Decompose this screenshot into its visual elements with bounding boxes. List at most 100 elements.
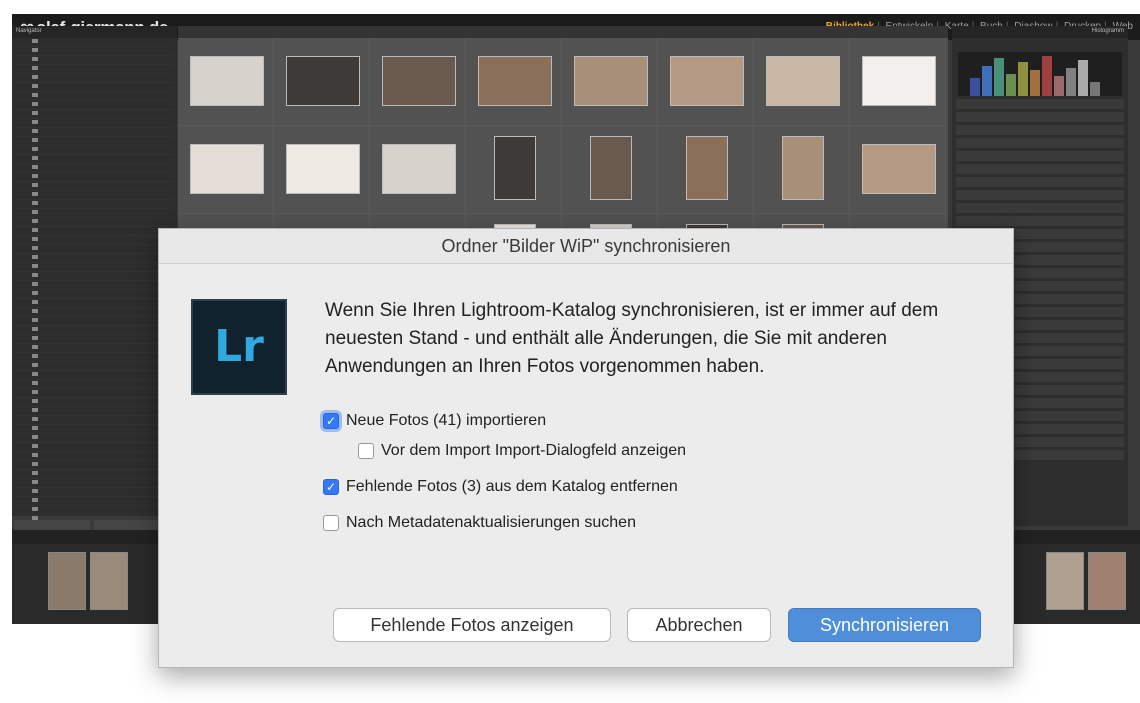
photo-thumbnail[interactable]: [494, 136, 536, 200]
grid-cell[interactable]: [658, 126, 754, 214]
filmstrip-thumb[interactable]: [48, 552, 86, 610]
folder-row[interactable]: [16, 299, 173, 308]
folder-row[interactable]: [16, 182, 173, 191]
folder-row[interactable]: [16, 398, 173, 407]
folder-row[interactable]: [16, 425, 173, 434]
show-import-dialog-checkbox[interactable]: [358, 443, 374, 459]
panel-row[interactable]: [956, 151, 1124, 161]
folder-row[interactable]: [16, 236, 173, 245]
grid-cell[interactable]: [370, 38, 466, 126]
photo-thumbnail[interactable]: [862, 56, 936, 106]
folder-row[interactable]: [16, 209, 173, 218]
folder-row[interactable]: [16, 344, 173, 353]
folder-row[interactable]: [16, 272, 173, 281]
folder-row[interactable]: [16, 416, 173, 425]
remove-missing-photos-option[interactable]: ✓ Fehlende Fotos (3) aus dem Katalog ent…: [323, 478, 678, 496]
scan-metadata-checkbox[interactable]: [323, 515, 339, 531]
folder-row[interactable]: [16, 191, 173, 200]
folder-row[interactable]: [16, 308, 173, 317]
grid-cell[interactable]: [850, 38, 946, 126]
photo-thumbnail[interactable]: [478, 56, 552, 106]
grid-cell[interactable]: [466, 38, 562, 126]
panel-row[interactable]: [956, 125, 1124, 135]
photo-thumbnail[interactable]: [190, 144, 264, 194]
folder-row[interactable]: [16, 74, 173, 83]
grid-cell[interactable]: [466, 126, 562, 214]
synchronize-button[interactable]: Synchronisieren: [788, 608, 981, 642]
panel-row[interactable]: [956, 112, 1124, 122]
folder-row[interactable]: [16, 506, 173, 515]
show-missing-photos-button[interactable]: Fehlende Fotos anzeigen: [333, 608, 611, 642]
folder-row[interactable]: [16, 146, 173, 155]
folder-row[interactable]: [16, 497, 173, 506]
folder-row[interactable]: [16, 434, 173, 443]
scan-metadata-option[interactable]: Nach Metadatenaktualisierungen suchen: [323, 514, 636, 532]
folder-row[interactable]: [16, 479, 173, 488]
panel-row[interactable]: [956, 164, 1124, 174]
panel-row[interactable]: [956, 203, 1124, 213]
grid-cell[interactable]: [754, 38, 850, 126]
folder-row[interactable]: [16, 56, 173, 65]
grid-cell[interactable]: [658, 38, 754, 126]
histogram-header[interactable]: Histogramm: [952, 26, 1128, 38]
folder-row[interactable]: [16, 326, 173, 335]
folder-row[interactable]: [16, 470, 173, 479]
folder-row[interactable]: [16, 335, 173, 344]
folder-row[interactable]: [16, 254, 173, 263]
folder-row[interactable]: [16, 92, 173, 101]
folder-row[interactable]: [16, 317, 173, 326]
folder-row[interactable]: [16, 263, 173, 272]
grid-cell[interactable]: [754, 126, 850, 214]
folder-row[interactable]: [16, 290, 173, 299]
folder-row[interactable]: [16, 137, 173, 146]
grid-cell[interactable]: [370, 126, 466, 214]
folder-row[interactable]: [16, 200, 173, 209]
folder-row[interactable]: [16, 128, 173, 137]
panel-row[interactable]: [956, 138, 1124, 148]
folder-row[interactable]: [16, 380, 173, 389]
photo-thumbnail[interactable]: [382, 56, 456, 106]
grid-cell[interactable]: [178, 38, 274, 126]
photo-thumbnail[interactable]: [686, 136, 728, 200]
folder-row[interactable]: [16, 218, 173, 227]
navigator-header[interactable]: Navigator: [12, 26, 177, 38]
folder-row[interactable]: [16, 119, 173, 128]
grid-cell[interactable]: [562, 38, 658, 126]
filmstrip-thumb[interactable]: [1088, 552, 1126, 610]
photo-thumbnail[interactable]: [382, 144, 456, 194]
grid-cell[interactable]: [562, 126, 658, 214]
folder-row[interactable]: [16, 227, 173, 236]
grid-cell[interactable]: [274, 126, 370, 214]
photo-thumbnail[interactable]: [286, 56, 360, 106]
photo-thumbnail[interactable]: [862, 144, 936, 194]
filmstrip-thumb[interactable]: [90, 552, 128, 610]
filmstrip-thumb[interactable]: [1046, 552, 1084, 610]
photo-thumbnail[interactable]: [782, 136, 824, 200]
import-button[interactable]: [14, 520, 90, 530]
grid-cell[interactable]: [274, 38, 370, 126]
remove-missing-photos-checkbox[interactable]: ✓: [323, 479, 339, 495]
panel-row[interactable]: [956, 216, 1124, 226]
folder-row[interactable]: [16, 47, 173, 56]
import-new-photos-checkbox[interactable]: ✓: [323, 413, 339, 429]
import-new-photos-option[interactable]: ✓ Neue Fotos (41) importieren: [323, 412, 546, 430]
folder-row[interactable]: [16, 83, 173, 92]
folder-row[interactable]: [16, 164, 173, 173]
folder-row[interactable]: [16, 371, 173, 380]
folder-row[interactable]: [16, 488, 173, 497]
folder-row[interactable]: [16, 173, 173, 182]
cancel-button[interactable]: Abbrechen: [627, 608, 771, 642]
panel-row[interactable]: [956, 190, 1124, 200]
photo-thumbnail[interactable]: [190, 56, 264, 106]
panel-row[interactable]: [956, 177, 1124, 187]
photo-thumbnail[interactable]: [286, 144, 360, 194]
folder-row[interactable]: [16, 362, 173, 371]
folder-row[interactable]: [16, 101, 173, 110]
folder-row[interactable]: [16, 452, 173, 461]
show-import-dialog-option[interactable]: Vor dem Import Import-Dialogfeld anzeige…: [358, 442, 686, 460]
photo-thumbnail[interactable]: [590, 136, 632, 200]
folder-row[interactable]: [16, 353, 173, 362]
folder-row[interactable]: [16, 407, 173, 416]
folder-row[interactable]: [16, 443, 173, 452]
folder-row[interactable]: [16, 38, 173, 47]
